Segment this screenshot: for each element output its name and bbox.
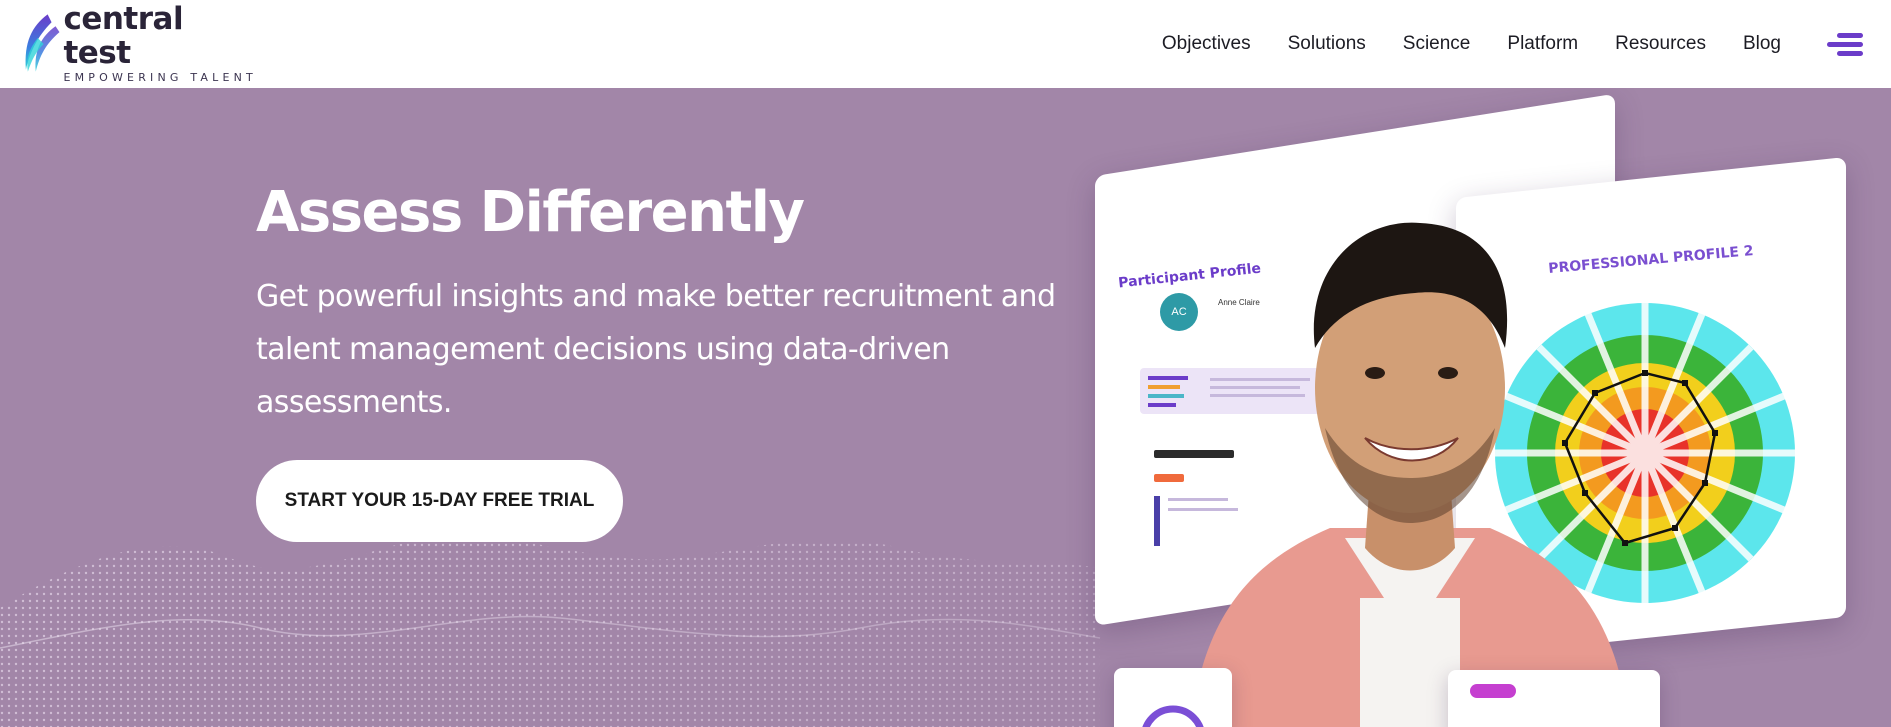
logo-name: central test bbox=[63, 0, 184, 71]
site-header: central test EMPOWERING TALENT Objective… bbox=[0, 0, 1891, 88]
smiling-man-photo bbox=[1191, 222, 1629, 727]
free-trial-button[interactable]: START YOUR 15-DAY FREE TRIAL bbox=[256, 460, 623, 542]
logo-tagline: EMPOWERING TALENT bbox=[63, 70, 257, 84]
hamburger-menu-icon[interactable] bbox=[1827, 30, 1863, 58]
main-nav: Objectives Solutions Science Platform Re… bbox=[1125, 0, 1781, 88]
nav-platform[interactable]: Platform bbox=[1507, 33, 1578, 55]
skills-card bbox=[1448, 670, 1660, 727]
nav-resources[interactable]: Resources bbox=[1615, 33, 1706, 55]
hero-illustration: Participant Profile AC Anne Claire PROFE… bbox=[1060, 88, 1891, 727]
donut-chart-graphic bbox=[1142, 705, 1204, 727]
nav-blog[interactable]: Blog bbox=[1743, 33, 1781, 55]
hero-title: Assess Differently bbox=[256, 180, 805, 245]
nav-solutions[interactable]: Solutions bbox=[1288, 33, 1366, 55]
logo[interactable]: central test EMPOWERING TALENT bbox=[18, 2, 258, 84]
nav-science[interactable]: Science bbox=[1403, 33, 1471, 55]
nav-objectives[interactable]: Objectives bbox=[1162, 33, 1251, 55]
hero-section: Assess Differently Get powerful insights… bbox=[0, 88, 1891, 727]
hero-subtitle: Get powerful insights and make better re… bbox=[256, 279, 1056, 420]
mini-chart-card bbox=[1114, 668, 1232, 727]
logo-icon bbox=[25, 14, 60, 72]
